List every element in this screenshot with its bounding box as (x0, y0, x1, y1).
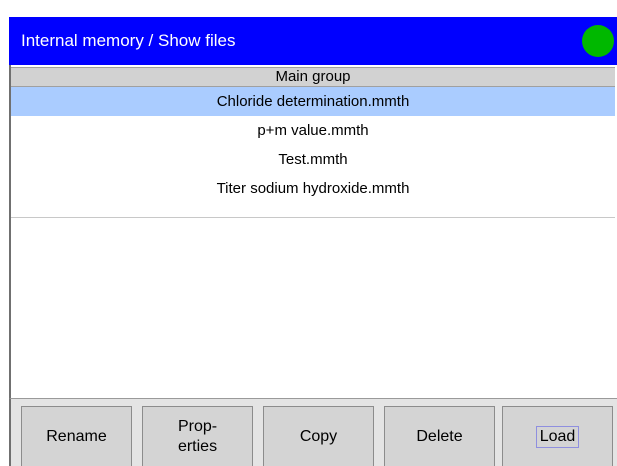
properties-button[interactable]: Prop- erties (142, 406, 253, 466)
list-end-divider (11, 217, 615, 218)
rename-button-label: Rename (46, 427, 107, 445)
button-bar: Rename Prop- erties Copy Delete Load (9, 398, 617, 466)
file-list: Chloride determination.mmth p+m value.mm… (11, 87, 615, 203)
load-button-label: Load (535, 425, 580, 448)
show-files-window: Internal memory / Show files Main group … (0, 0, 617, 466)
delete-button[interactable]: Delete (384, 406, 495, 466)
file-row-titer-sodium-hydroxide[interactable]: Titer sodium hydroxide.mmth (11, 174, 615, 203)
properties-button-label: Prop- erties (177, 417, 218, 455)
status-indicator-icon (582, 25, 614, 57)
group-header: Main group (11, 67, 615, 87)
title-bar: Internal memory / Show files (9, 17, 617, 65)
delete-button-label: Delete (416, 427, 463, 445)
load-button[interactable]: Load (502, 406, 613, 466)
file-list-panel: Main group Chloride determination.mmth p… (9, 65, 615, 398)
rename-button[interactable]: Rename (21, 406, 132, 466)
window-title: Internal memory / Show files (21, 31, 236, 50)
copy-button[interactable]: Copy (263, 406, 374, 466)
copy-button-label: Copy (299, 427, 338, 445)
file-row-pm-value[interactable]: p+m value.mmth (11, 116, 615, 145)
file-row-test[interactable]: Test.mmth (11, 145, 615, 174)
file-row-chloride-determination[interactable]: Chloride determination.mmth (11, 87, 615, 116)
